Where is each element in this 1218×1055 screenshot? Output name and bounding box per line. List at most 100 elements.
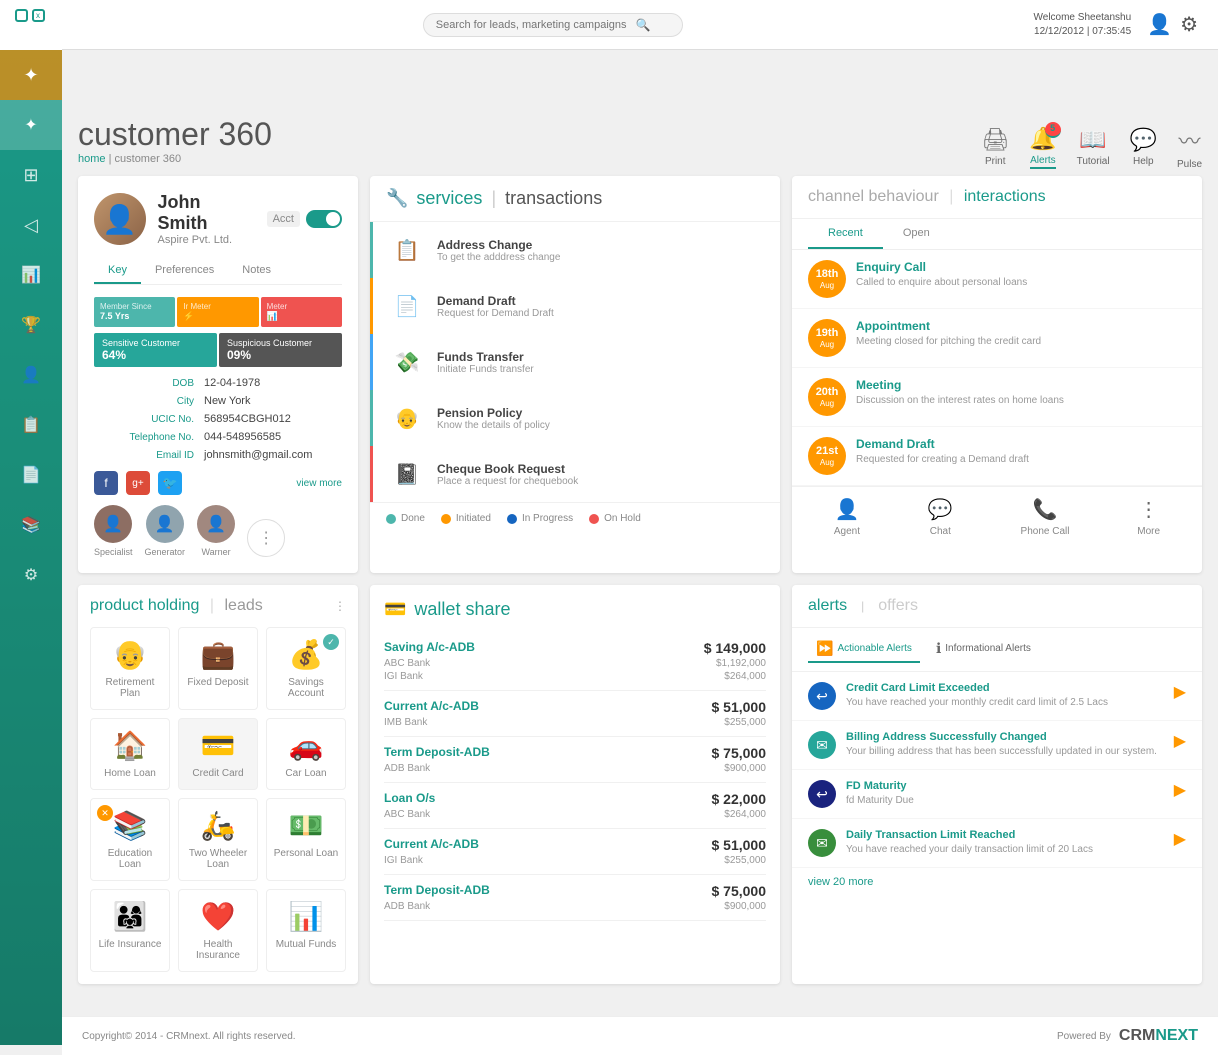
service-address[interactable]: 📋 Address Change To get the adddress cha… [370,222,780,278]
sidebar-item-clipboard[interactable]: 📋 [0,400,62,450]
personal-loan-icon: 💵 [289,809,324,842]
contact-warner[interactable]: 👤 Warner [197,505,235,557]
breadcrumb-home[interactable]: home [78,153,106,165]
service-demand[interactable]: 📄 Demand Draft Request for Demand Draft [370,278,780,334]
status-dots: Done Initiated In Progress On Hold [370,502,780,534]
channel-phone[interactable]: 📞 Phone Call [1021,497,1070,537]
tab-notes[interactable]: Notes [228,258,285,284]
inprogress-dot [507,514,517,524]
wallet-row-1[interactable]: Current A/c-ADB $ 51,000 IMB Bank $255,0… [384,691,766,737]
tab-informational[interactable]: ℹ Informational Alerts [928,636,1039,663]
product-more-icon[interactable]: ⋮ [334,599,346,613]
alert-icon-3: ✉ [808,829,836,857]
product-credit-card[interactable]: 💳 Credit Card [178,718,258,790]
tab-open[interactable]: Open [883,219,950,249]
tab-preferences[interactable]: Preferences [141,258,228,284]
product-health-insurance[interactable]: ❤️ Health Insurance [178,889,258,972]
chat-icon: 💬 [928,497,953,522]
print-button[interactable]: 🖨 Print [981,127,1009,167]
product-personal-loan[interactable]: 💵 Personal Loan [266,798,346,881]
alerts-header: alerts | offers [792,585,1202,628]
timeline-item-1[interactable]: 19th Aug Appointment Meeting closed for … [792,309,1202,368]
phone-row: Telephone No. 044-548956585 [94,431,342,443]
sidebar-item-customers[interactable]: ✦ [0,100,62,150]
tab-key[interactable]: Key [94,258,141,284]
wallet-row-2[interactable]: Term Deposit-ADB $ 75,000 ADB Bank $900,… [384,737,766,783]
facebook-icon[interactable]: f [94,471,118,495]
service-pension[interactable]: 👴 Pension Policy Know the details of pol… [370,390,780,446]
sidebar-item-home[interactable]: ✦ [0,50,62,100]
product-retirement[interactable]: 👴 Retirement Plan [90,627,170,710]
sidebar-item-back[interactable]: ◁ [0,200,62,250]
credit-card-icon: 💳 [201,729,236,762]
view-more-alerts[interactable]: view 20 more [792,868,1202,896]
alert-item-0[interactable]: ↩ Credit Card Limit Exceeded You have re… [792,672,1202,721]
demand-icon: 📄 [389,288,425,324]
services-title: services | transactions [416,188,602,209]
customer-name: John Smith [158,192,255,234]
product-life-insurance[interactable]: 👨‍👩‍👧 Life Insurance [90,889,170,972]
wallet-row-4[interactable]: Current A/c-ADB $ 51,000 IGI Bank $255,0… [384,829,766,875]
timeline-item-3[interactable]: 21st Aug Demand Draft Requested for crea… [792,427,1202,486]
avatar: 👤 [94,193,146,245]
view-more-link[interactable]: view more [296,478,342,489]
alerts-button[interactable]: 🔔 5 Alerts [1029,126,1056,169]
social-icons: f g+ 🐦 view more [94,471,342,495]
pension-icon: 👴 [389,400,425,436]
sidebar-item-doc[interactable]: 📄 [0,450,62,500]
sidebar-item-settings[interactable]: ⚙ [0,550,62,600]
channel-chat[interactable]: 💬 Chat [928,497,953,537]
tab-recent[interactable]: Recent [808,219,883,249]
sidebar-item-user[interactable]: 👤 [0,350,62,400]
product-fixed-deposit[interactable]: 💼 Fixed Deposit [178,627,258,710]
alert-icon-2: ↩ [808,780,836,808]
product-savings[interactable]: ✓ 💰 Savings Account [266,627,346,710]
alert-item-1[interactable]: ✉ Billing Address Successfully Changed Y… [792,721,1202,770]
sidebar-item-grid[interactable]: ⊞ [0,150,62,200]
main-content: customer 360 home | customer 360 🖨 Print… [62,100,1218,1000]
user-icon[interactable]: 👤 [1147,12,1172,37]
tutorial-button[interactable]: 📖 Tutorial [1077,127,1110,167]
search-bar[interactable]: 🔍 [423,13,683,37]
alert-item-2[interactable]: ↩ FD Maturity fd Maturity Due ▶ [792,770,1202,819]
tab-actionable[interactable]: ⏩ Actionable Alerts [808,636,920,663]
service-funds[interactable]: 💸 Funds Transfer Initiate Funds transfer [370,334,780,390]
timeline-item-0[interactable]: 18th Aug Enquiry Call Called to enquire … [792,250,1202,309]
sidebar-item-chart[interactable]: 📊 [0,250,62,300]
date-21: 21st Aug [808,437,846,475]
product-home-loan[interactable]: 🏠 Home Loan [90,718,170,790]
sensitive-stat: Sensitive Customer 64% [94,333,217,367]
twitter-icon[interactable]: 🐦 [158,471,182,495]
alert-arrow-0: ▶ [1174,682,1186,702]
wallet-row-5[interactable]: Term Deposit-ADB $ 75,000 ADB Bank $900,… [384,875,766,921]
product-car-loan[interactable]: 🚗 Car Loan [266,718,346,790]
acct-toggle[interactable]: Acct [267,210,342,228]
date-19: 19th Aug [808,319,846,357]
sidebar-item-trophy[interactable]: 🏆 [0,300,62,350]
channel-more[interactable]: ⋮ More [1137,497,1160,537]
pulse-button[interactable]: 〰 Pulse [1177,124,1202,170]
search-input[interactable] [436,19,636,31]
acct-toggle-btn[interactable] [306,210,342,228]
page-title: customer 360 [78,116,272,153]
wallet-row-3[interactable]: Loan O/s $ 22,000 ABC Bank $264,000 [384,783,766,829]
top-row: 👤 John Smith Aspire Pvt. Ltd. Acct Key P… [78,176,1202,573]
product-two-wheeler[interactable]: 🛵 Two Wheeler Loan [178,798,258,881]
googleplus-icon[interactable]: g+ [126,471,150,495]
product-education[interactable]: ✕ 📚 Education Loan [90,798,170,881]
channel-actions: 👤 Agent 💬 Chat 📞 Phone Call ⋮ More [792,486,1202,547]
help-button[interactable]: 💬 Help [1130,127,1157,167]
contact-specialist[interactable]: 👤 Specialist [94,505,133,557]
product-mutual-funds[interactable]: 📊 Mutual Funds [266,889,346,972]
view-more-contacts[interactable]: ⋮ [247,519,285,557]
timeline-item-2[interactable]: 20th Aug Meeting Discussion on the inter… [792,368,1202,427]
sidebar-item-book[interactable]: 📚 [0,500,62,550]
contact-generator[interactable]: 👤 Generator [145,505,186,557]
settings-icon[interactable]: ⚙ [1180,12,1198,37]
svg-text:x: x [36,11,40,20]
two-wheeler-icon: 🛵 [201,809,236,842]
alert-item-3[interactable]: ✉ Daily Transaction Limit Reached You ha… [792,819,1202,868]
service-cheque[interactable]: 📓 Cheque Book Request Place a request fo… [370,446,780,502]
channel-agent[interactable]: 👤 Agent [834,497,860,537]
wallet-row-0[interactable]: Saving A/c-ADB $ 149,000 ABC Bank $1,192… [384,632,766,691]
